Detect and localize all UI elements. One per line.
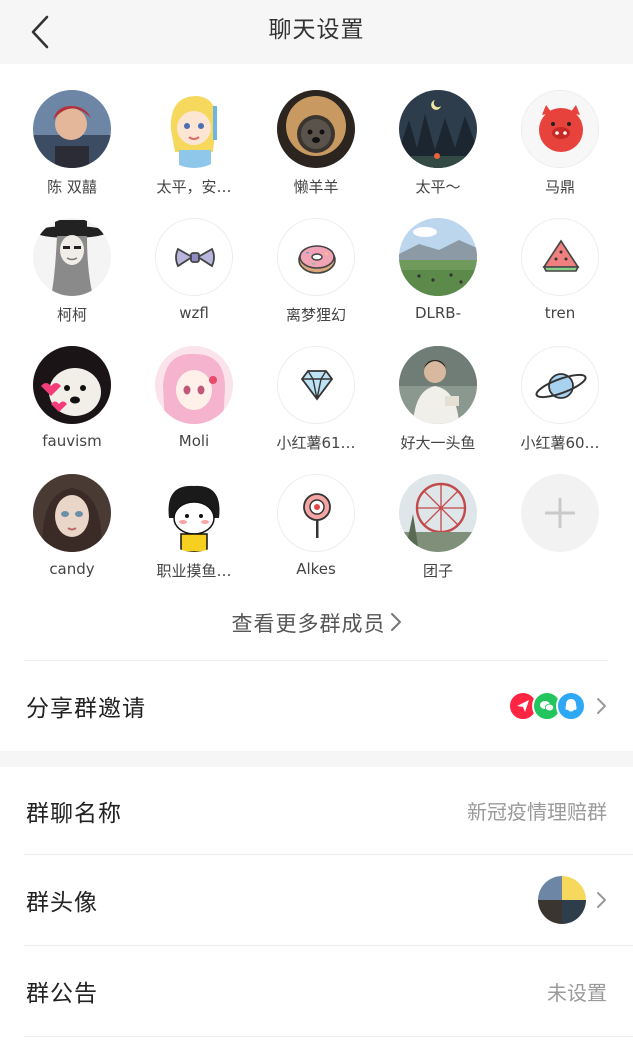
member-item[interactable]: 小红薯60… [499,346,621,453]
page-title: 聊天设置 [268,17,365,43]
member-name: 太平～ [415,178,461,196]
member-name: Moli [178,432,210,450]
member-item[interactable]: 马鼎 [499,90,621,197]
chevron-left-icon [31,15,49,49]
avatar [33,218,111,296]
group-avatar-image [538,876,586,924]
member-name: 柯柯 [56,306,87,324]
chevron-right-icon [390,607,402,643]
group-name-label: 群聊名称 [26,800,122,827]
section-gap [0,751,633,767]
member-item[interactable]: 太平，安… [133,90,255,197]
view-more-members-label: 查看更多群成员 [231,612,386,636]
member-item[interactable]: tren [499,218,621,322]
group-notice-label: 群公告 [26,981,98,1007]
member-name: 离梦狸幻 [285,306,346,324]
member-item[interactable]: 陈 双囍 [11,90,133,197]
group-name-row[interactable]: 群聊名称 新冠疫情理赔群 [0,767,633,854]
share-invite-row[interactable]: 分享群邀请 [0,661,633,751]
qq-icon [556,691,586,721]
avatar [33,90,111,168]
avatar [33,346,111,424]
member-item[interactable]: 离梦狸幻 [255,218,377,325]
chevron-right-icon [596,697,607,715]
divider [24,1036,633,1037]
member-name: 马鼎 [544,178,575,196]
group-notice-row[interactable]: 群公告 未设置 [0,946,633,1036]
avatar [155,346,233,424]
avatar [155,474,233,552]
group-avatar-value [538,876,607,924]
member-item[interactable]: wzfl [133,218,255,322]
member-name: 陈 双囍 [47,178,97,196]
avatar [521,90,599,168]
member-name: fauvism [42,432,102,450]
avatar [277,218,355,296]
avatar [155,90,233,168]
member-name: DLRB- [414,304,462,322]
avatar [277,474,355,552]
member-name: 职业摸鱼… [156,562,232,580]
avatar [399,474,477,552]
member-item[interactable]: Moli [133,346,255,450]
add-member-button[interactable] [499,474,621,552]
member-name: 好大一头鱼 [400,434,476,452]
back-button[interactable] [22,12,58,52]
member-name: 小红薯61… [276,434,356,452]
avatar [33,474,111,552]
member-name: 小红薯60… [520,434,600,452]
group-name-value: 新冠疫情理赔群 [467,800,607,824]
avatar [399,218,477,296]
avatar [521,218,599,296]
member-item[interactable]: 职业摸鱼… [133,474,255,581]
member-name: candy [49,560,95,578]
member-item[interactable]: 小红薯61… [255,346,377,453]
avatar [155,218,233,296]
view-more-members-link[interactable]: 查看更多群成员 [0,606,633,642]
member-name: wzfl [179,304,209,322]
member-name: tren [544,304,576,322]
avatar [399,90,477,168]
member-item[interactable]: 太平～ [377,90,499,197]
avatar [399,346,477,424]
share-invite-label: 分享群邀请 [26,696,146,722]
avatar [277,346,355,424]
group-avatar-row[interactable]: 群头像 [0,855,633,945]
group-notice-value: 未设置 [547,980,607,1005]
member-item[interactable]: candy [11,474,133,578]
member-item[interactable]: 柯柯 [11,218,133,325]
member-name: 太平，安… [156,178,232,196]
member-name: Alkes [296,560,336,578]
plus-icon [545,498,575,528]
add-member-circle [521,474,599,552]
member-name: 团子 [422,562,453,580]
member-item[interactable]: 团子 [377,474,499,581]
member-item[interactable]: 懒羊羊 [255,90,377,197]
share-invite-targets [508,691,607,721]
member-name: 懒羊羊 [293,178,339,196]
member-item[interactable]: 好大一头鱼 [377,346,499,453]
member-item[interactable]: Alkes [255,474,377,578]
avatar [277,90,355,168]
member-item[interactable]: DLRB- [377,218,499,322]
group-avatar-label: 群头像 [26,890,98,916]
chevron-right-icon [596,891,607,909]
header-bar: 聊天设置 [0,0,633,64]
member-item[interactable]: fauvism [11,346,133,450]
avatar [521,346,599,424]
